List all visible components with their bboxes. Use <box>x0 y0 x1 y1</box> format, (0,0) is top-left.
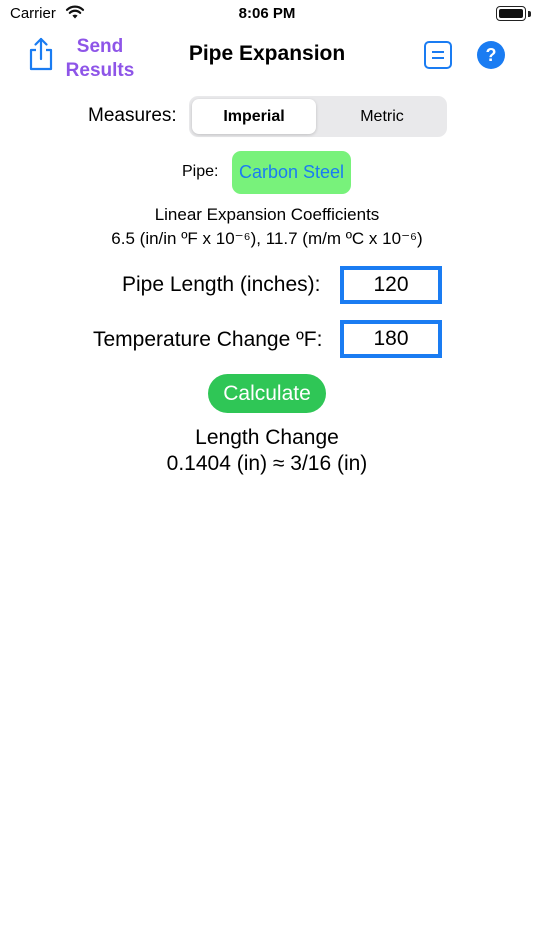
measures-segmented-control: Imperial Metric <box>189 96 447 137</box>
battery-icon <box>496 6 526 21</box>
segment-imperial[interactable]: Imperial <box>192 99 316 134</box>
battery-cap <box>528 11 531 17</box>
temperature-change-field[interactable]: 180 <box>340 320 442 358</box>
clock-time: 8:06 PM <box>238 5 296 22</box>
list-icon[interactable] <box>424 41 452 69</box>
pipe-type-button[interactable]: Carbon Steel <box>232 151 351 194</box>
coefficients-values: 6.5 (in/in ºF x 10⁻⁶), 11.7 (m/m ºC x 10… <box>111 229 423 248</box>
coefficients-title: Linear Expansion Coefficients <box>154 205 380 224</box>
page-title: Pipe Expansion <box>188 42 346 65</box>
pipe-length-label: Pipe Length (inches): <box>122 273 321 296</box>
result-value: 0.1404 (in) ≈ 3/16 (in) <box>166 452 368 475</box>
measures-label: Measures: <box>88 105 177 126</box>
pipe-length-field[interactable]: 120 <box>340 266 442 304</box>
segment-metric[interactable]: Metric <box>320 99 444 134</box>
pipe-label: Pipe: <box>182 163 219 180</box>
result-title: Length Change <box>195 426 339 449</box>
status-bar: Carrier 8:06 PM <box>0 0 534 30</box>
calculate-button[interactable]: Calculate <box>208 374 326 413</box>
help-icon[interactable]: ? <box>477 41 505 69</box>
temperature-change-label: Temperature Change ºF: <box>93 328 323 351</box>
